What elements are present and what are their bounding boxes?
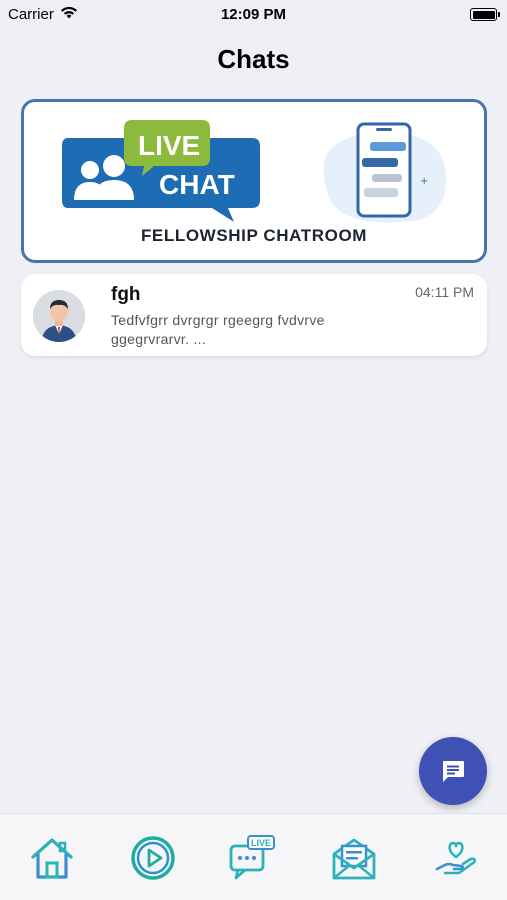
tab-video[interactable] xyxy=(129,834,177,882)
chat-list-item[interactable]: fgh 04:11 PM Tedfvfgrr dvrgrgr rgeegrg f… xyxy=(21,274,487,356)
home-icon xyxy=(31,838,73,879)
bottom-tab-bar: LIVE xyxy=(0,813,507,900)
tab-messages[interactable] xyxy=(330,834,378,882)
live-badge: LIVE xyxy=(251,838,271,848)
page-title: Chats xyxy=(217,44,290,74)
logo-text-chat: CHAT xyxy=(159,169,235,200)
live-chat-logo: LIVE CHAT xyxy=(62,120,260,222)
status-bar: Carrier 12:09 PM xyxy=(0,0,507,30)
tab-donate[interactable] xyxy=(432,834,480,882)
chat-message-preview: Tedfvfgrr dvrgrgr rgeegrg fvdvrve ggegrv… xyxy=(111,312,325,347)
tab-live-chat[interactable]: LIVE xyxy=(228,834,276,882)
status-time: 12:09 PM xyxy=(220,6,287,23)
message-icon xyxy=(443,761,464,782)
live-chat-icon: LIVE xyxy=(229,835,275,880)
logo-text-live: LIVE xyxy=(138,130,200,161)
banner-caption: FELLOWSHIP CHATROOM xyxy=(140,226,368,245)
svg-text:+: + xyxy=(420,176,428,187)
play-circle-icon xyxy=(131,836,175,880)
fellowship-chatroom-banner[interactable]: LIVE CHAT + FELLOWSHIP CHATROOM xyxy=(21,99,487,263)
chat-timestamp: 04:11 PM xyxy=(415,284,474,300)
heart-hand-icon xyxy=(435,841,477,875)
avatar xyxy=(33,290,85,342)
battery-icon xyxy=(470,8,500,21)
phone-chat-illustration: + xyxy=(323,122,447,223)
chat-name: fgh xyxy=(111,284,141,305)
tab-home[interactable] xyxy=(28,834,76,882)
mail-icon xyxy=(332,838,376,880)
new-message-button[interactable] xyxy=(419,737,487,805)
